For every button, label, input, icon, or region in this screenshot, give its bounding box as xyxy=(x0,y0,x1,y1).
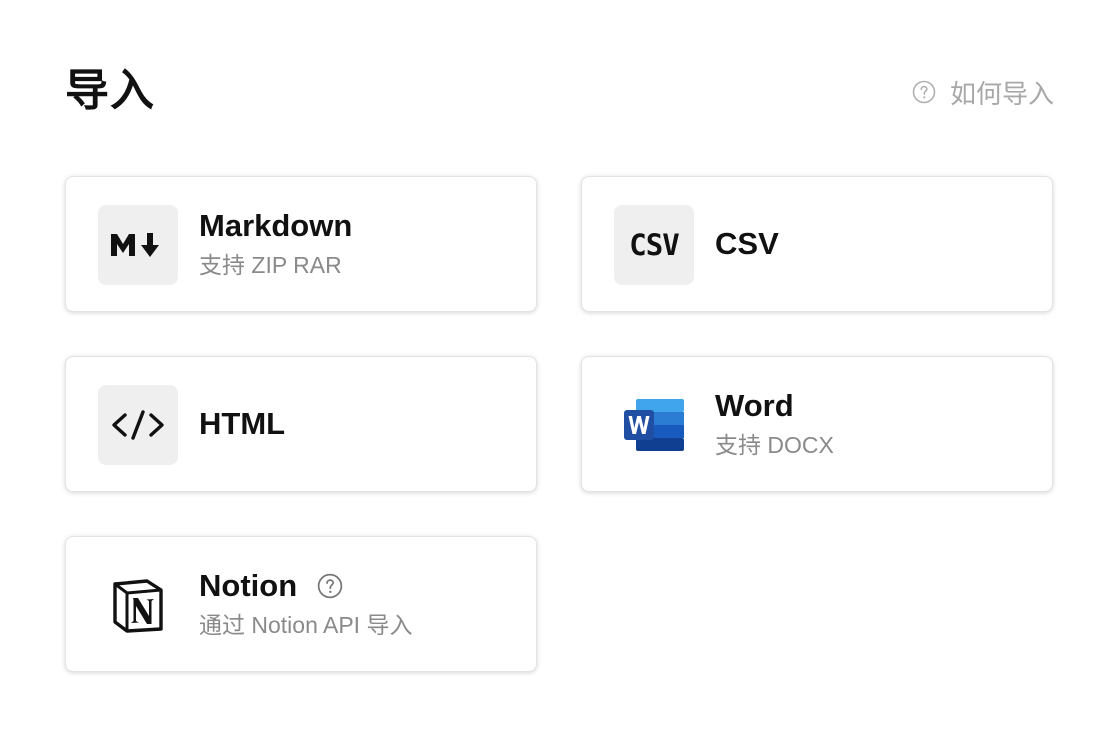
notion-description: 通过 Notion API 导入 xyxy=(199,612,413,638)
import-markdown-card[interactable]: Markdown 支持 ZIP RAR xyxy=(65,176,537,312)
word-title: Word xyxy=(715,388,794,423)
notion-title: Notion xyxy=(199,568,298,603)
csv-icon: CSV xyxy=(614,205,694,285)
import-html-card[interactable]: HTML xyxy=(65,356,537,492)
import-word-card[interactable]: Word 支持 DOCX xyxy=(581,356,1053,492)
html-title: HTML xyxy=(199,406,286,441)
question-circle-icon[interactable] xyxy=(317,573,343,599)
import-csv-card[interactable]: CSV CSV xyxy=(581,176,1053,312)
import-notion-card[interactable]: Notion 通过 Notion API 导入 xyxy=(65,536,537,672)
csv-icon-text: CSV xyxy=(629,228,679,262)
import-page: 导入 如何导入 Markdown 支持 ZIP RAR CSV CSV HTML… xyxy=(0,0,1116,732)
word-icon xyxy=(614,385,694,465)
question-circle-icon xyxy=(912,80,936,104)
markdown-title: Markdown xyxy=(199,208,353,243)
notion-title-row: Notion xyxy=(199,566,412,606)
notion-icon xyxy=(98,565,178,645)
markdown-description: 支持 ZIP RAR xyxy=(199,252,342,278)
how-to-import-label: 如何导入 xyxy=(949,78,1054,109)
csv-title: CSV xyxy=(715,226,779,261)
code-icon xyxy=(98,385,178,465)
markdown-icon xyxy=(98,205,178,285)
word-description: 支持 DOCX xyxy=(715,432,834,458)
how-to-import-link[interactable]: 如何导入 xyxy=(912,72,1054,112)
page-title: 导入 xyxy=(65,66,155,115)
